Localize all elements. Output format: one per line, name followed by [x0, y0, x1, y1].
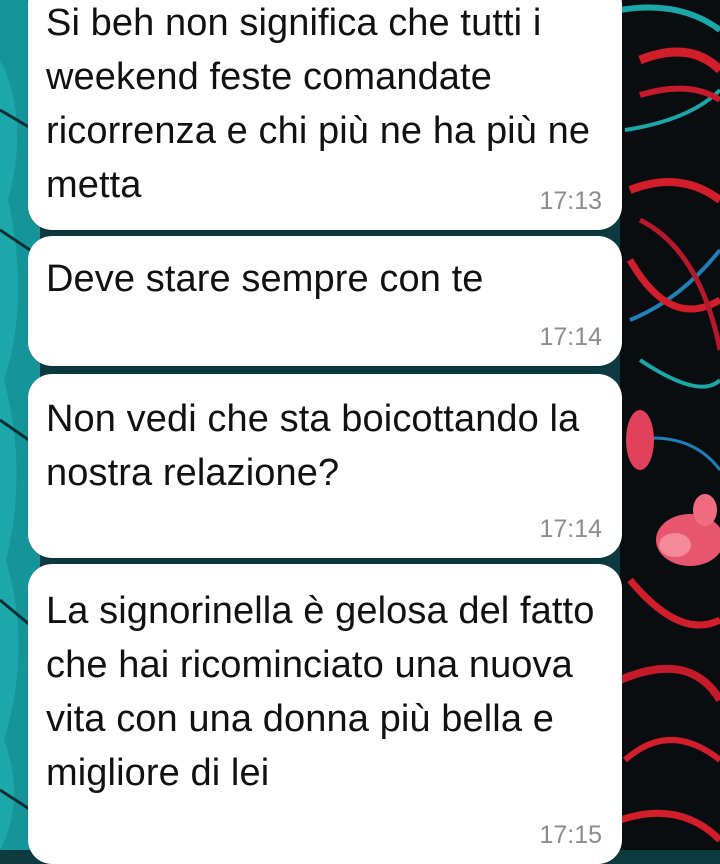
message-timestamp: 17:15	[539, 821, 602, 849]
incoming-message-bubble[interactable]: Non vedi che sta boicottando la nostra r…	[28, 374, 622, 558]
message-timestamp: 17:14	[539, 323, 602, 351]
incoming-message-bubble[interactable]: La signorinella è gelosa del fatto che h…	[28, 564, 622, 864]
incoming-message-bubble[interactable]: Deve stare sempre con te 17:14	[28, 236, 622, 366]
message-text: Deve stare sempre con te	[46, 258, 484, 300]
chat-message-list[interactable]: Si beh non significa che tutti i weekend…	[0, 0, 720, 864]
message-timestamp: 17:13	[539, 187, 602, 215]
message-text: Si beh non significa che tutti i weekend…	[46, 2, 591, 206]
message-text: La signorinella è gelosa del fatto che h…	[46, 590, 595, 794]
message-text: Non vedi che sta boicottando la nostra r…	[46, 398, 580, 494]
message-timestamp: 17:14	[539, 515, 602, 543]
incoming-message-bubble[interactable]: Si beh non significa che tutti i weekend…	[28, 0, 622, 230]
